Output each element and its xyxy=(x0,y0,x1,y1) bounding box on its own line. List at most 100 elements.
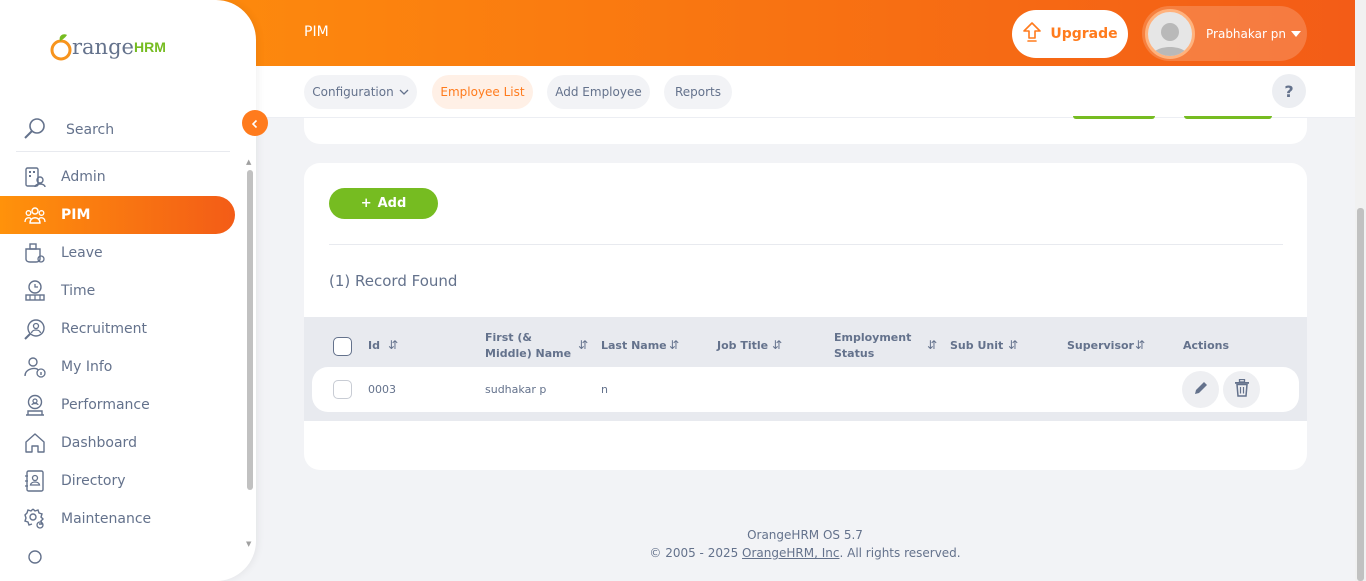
column-job-title: Job Title xyxy=(717,339,769,352)
sidebar-item-label: Maintenance xyxy=(61,511,152,527)
sidebar-search[interactable]: Search xyxy=(16,108,230,152)
sidebar-item-label: Admin xyxy=(61,169,106,185)
performance-icon xyxy=(24,394,46,416)
upgrade-icon xyxy=(1022,21,1042,47)
column-employment-status-line1: Employment xyxy=(834,331,912,344)
sidebar-item-dashboard[interactable]: Dashboard xyxy=(0,424,235,462)
upgrade-button[interactable]: Upgrade xyxy=(1012,10,1128,58)
tab-add-employee-label: Add Employee xyxy=(555,85,642,99)
logo-hrm: HRM xyxy=(133,39,166,55)
sort-icon[interactable]: ⇵ xyxy=(669,338,679,352)
pencil-icon xyxy=(1193,380,1209,400)
sidebar-item-performance[interactable]: Performance xyxy=(0,386,235,424)
logo: range HRM xyxy=(50,32,166,62)
sidebar-item-label: Directory xyxy=(61,473,126,489)
sidebar-item-more[interactable] xyxy=(0,538,235,576)
copyright-prefix: © 2005 - 2025 xyxy=(649,546,743,560)
sidebar-item-admin[interactable]: Admin xyxy=(0,158,235,196)
sidebar-item-my-info[interactable]: My Info xyxy=(0,348,235,386)
plus-icon: + xyxy=(360,196,372,211)
sort-icon[interactable]: ⇵ xyxy=(578,338,588,352)
sidebar-item-label: PIM xyxy=(61,207,91,223)
page-scrollbar[interactable] xyxy=(1355,0,1366,581)
scroll-down-arrow-icon[interactable]: ▼ xyxy=(246,540,251,548)
admin-icon xyxy=(24,166,46,188)
row-checkbox[interactable] xyxy=(333,380,352,399)
chevron-left-icon xyxy=(250,114,260,133)
tab-configuration-label: Configuration xyxy=(312,85,394,99)
user-name: Prabhakar pn xyxy=(1206,26,1286,41)
sidebar-scrollbar[interactable]: ▲ ▼ xyxy=(244,158,256,550)
column-first-name-line2: Middle) Name xyxy=(485,347,572,360)
tab-add-employee[interactable]: Add Employee xyxy=(547,75,650,109)
sidebar-item-label: Performance xyxy=(61,397,150,413)
column-supervisor: Supervisor xyxy=(1067,339,1134,352)
sidebar-item-label: Time xyxy=(61,283,96,299)
pim-icon xyxy=(24,204,46,226)
time-icon xyxy=(24,280,46,302)
footer-version: OrangeHRM OS 5.7 xyxy=(747,528,863,542)
logo-text: range xyxy=(72,35,134,59)
column-sub-unit: Sub Unit xyxy=(950,339,1004,352)
column-employment-status-line2: Status xyxy=(834,347,875,360)
tab-employee-list[interactable]: Employee List xyxy=(432,75,533,109)
select-all-checkbox[interactable] xyxy=(333,337,352,356)
tab-employee-list-label: Employee List xyxy=(440,85,525,99)
avatar xyxy=(1145,8,1195,59)
my-info-icon xyxy=(24,356,46,378)
sort-icon[interactable]: ⇵ xyxy=(1135,338,1145,352)
buzz-icon xyxy=(24,546,46,568)
recruitment-icon xyxy=(24,318,46,340)
filter-card xyxy=(304,118,1307,144)
sidebar-item-label: Recruitment xyxy=(61,321,148,337)
cell-first-name: sudhakar p xyxy=(485,383,547,396)
sidebar-item-recruitment[interactable]: Recruitment xyxy=(0,310,235,348)
collapse-sidebar-button[interactable] xyxy=(242,110,268,136)
add-label: Add xyxy=(377,196,407,211)
footer-copyright: © 2005 - 2025 OrangeHRM, Inc. All rights… xyxy=(555,546,1055,560)
cell-id: 0003 xyxy=(368,383,396,396)
leave-icon xyxy=(24,242,46,264)
dashboard-icon xyxy=(24,432,46,454)
trash-icon xyxy=(1234,378,1250,401)
reset-button-edge[interactable] xyxy=(1073,116,1155,119)
table-row[interactable] xyxy=(312,367,1299,412)
column-id: Id xyxy=(368,339,380,352)
directory-icon xyxy=(24,470,46,492)
column-first-name-line1: First (& xyxy=(485,331,532,344)
sidebar-item-maintenance[interactable]: Maintenance xyxy=(0,500,235,538)
help-button[interactable]: ? xyxy=(1272,74,1306,108)
tab-configuration[interactable]: Configuration xyxy=(304,75,417,109)
tab-reports[interactable]: Reports xyxy=(664,75,732,109)
sidebar-item-label: Leave xyxy=(61,245,103,261)
sort-icon[interactable]: ⇵ xyxy=(1008,338,1018,352)
scroll-up-arrow-icon[interactable]: ▲ xyxy=(246,158,251,166)
page-scrollbar-thumb[interactable] xyxy=(1357,208,1364,581)
sidebar-item-label: My Info xyxy=(61,359,113,375)
sidebar-item-leave[interactable]: Leave xyxy=(0,234,235,272)
sort-icon[interactable]: ⇵ xyxy=(927,338,937,352)
orange-logo-icon xyxy=(50,34,72,61)
user-dropdown[interactable]: Prabhakar pn xyxy=(1142,6,1307,61)
delete-button[interactable] xyxy=(1223,371,1260,408)
sort-icon[interactable]: ⇵ xyxy=(388,338,398,352)
sort-icon[interactable]: ⇵ xyxy=(772,338,782,352)
edit-button[interactable] xyxy=(1182,371,1219,408)
copyright-suffix: . All rights reserved. xyxy=(839,546,961,560)
search-label: Search xyxy=(66,121,115,138)
search-button-edge[interactable] xyxy=(1184,116,1272,119)
sidebar: range HRM Search Admin PIM Leave Time Re… xyxy=(0,0,256,581)
column-last-name: Last Name xyxy=(601,339,667,352)
page-title: PIM xyxy=(304,24,329,40)
sidebar-item-directory[interactable]: Directory xyxy=(0,462,235,500)
sidebar-item-pim[interactable]: PIM xyxy=(0,196,235,234)
search-icon xyxy=(24,117,46,143)
sub-navigation: Configuration Employee List Add Employee… xyxy=(256,66,1355,118)
caret-down-icon xyxy=(1290,30,1301,37)
sidebar-item-time[interactable]: Time xyxy=(0,272,235,310)
company-link[interactable]: OrangeHRM, Inc xyxy=(742,546,839,560)
column-actions: Actions xyxy=(1183,339,1229,352)
sidebar-scrollbar-thumb[interactable] xyxy=(247,170,253,490)
chevron-down-icon xyxy=(399,85,409,99)
add-employee-button[interactable]: + Add xyxy=(329,188,438,219)
